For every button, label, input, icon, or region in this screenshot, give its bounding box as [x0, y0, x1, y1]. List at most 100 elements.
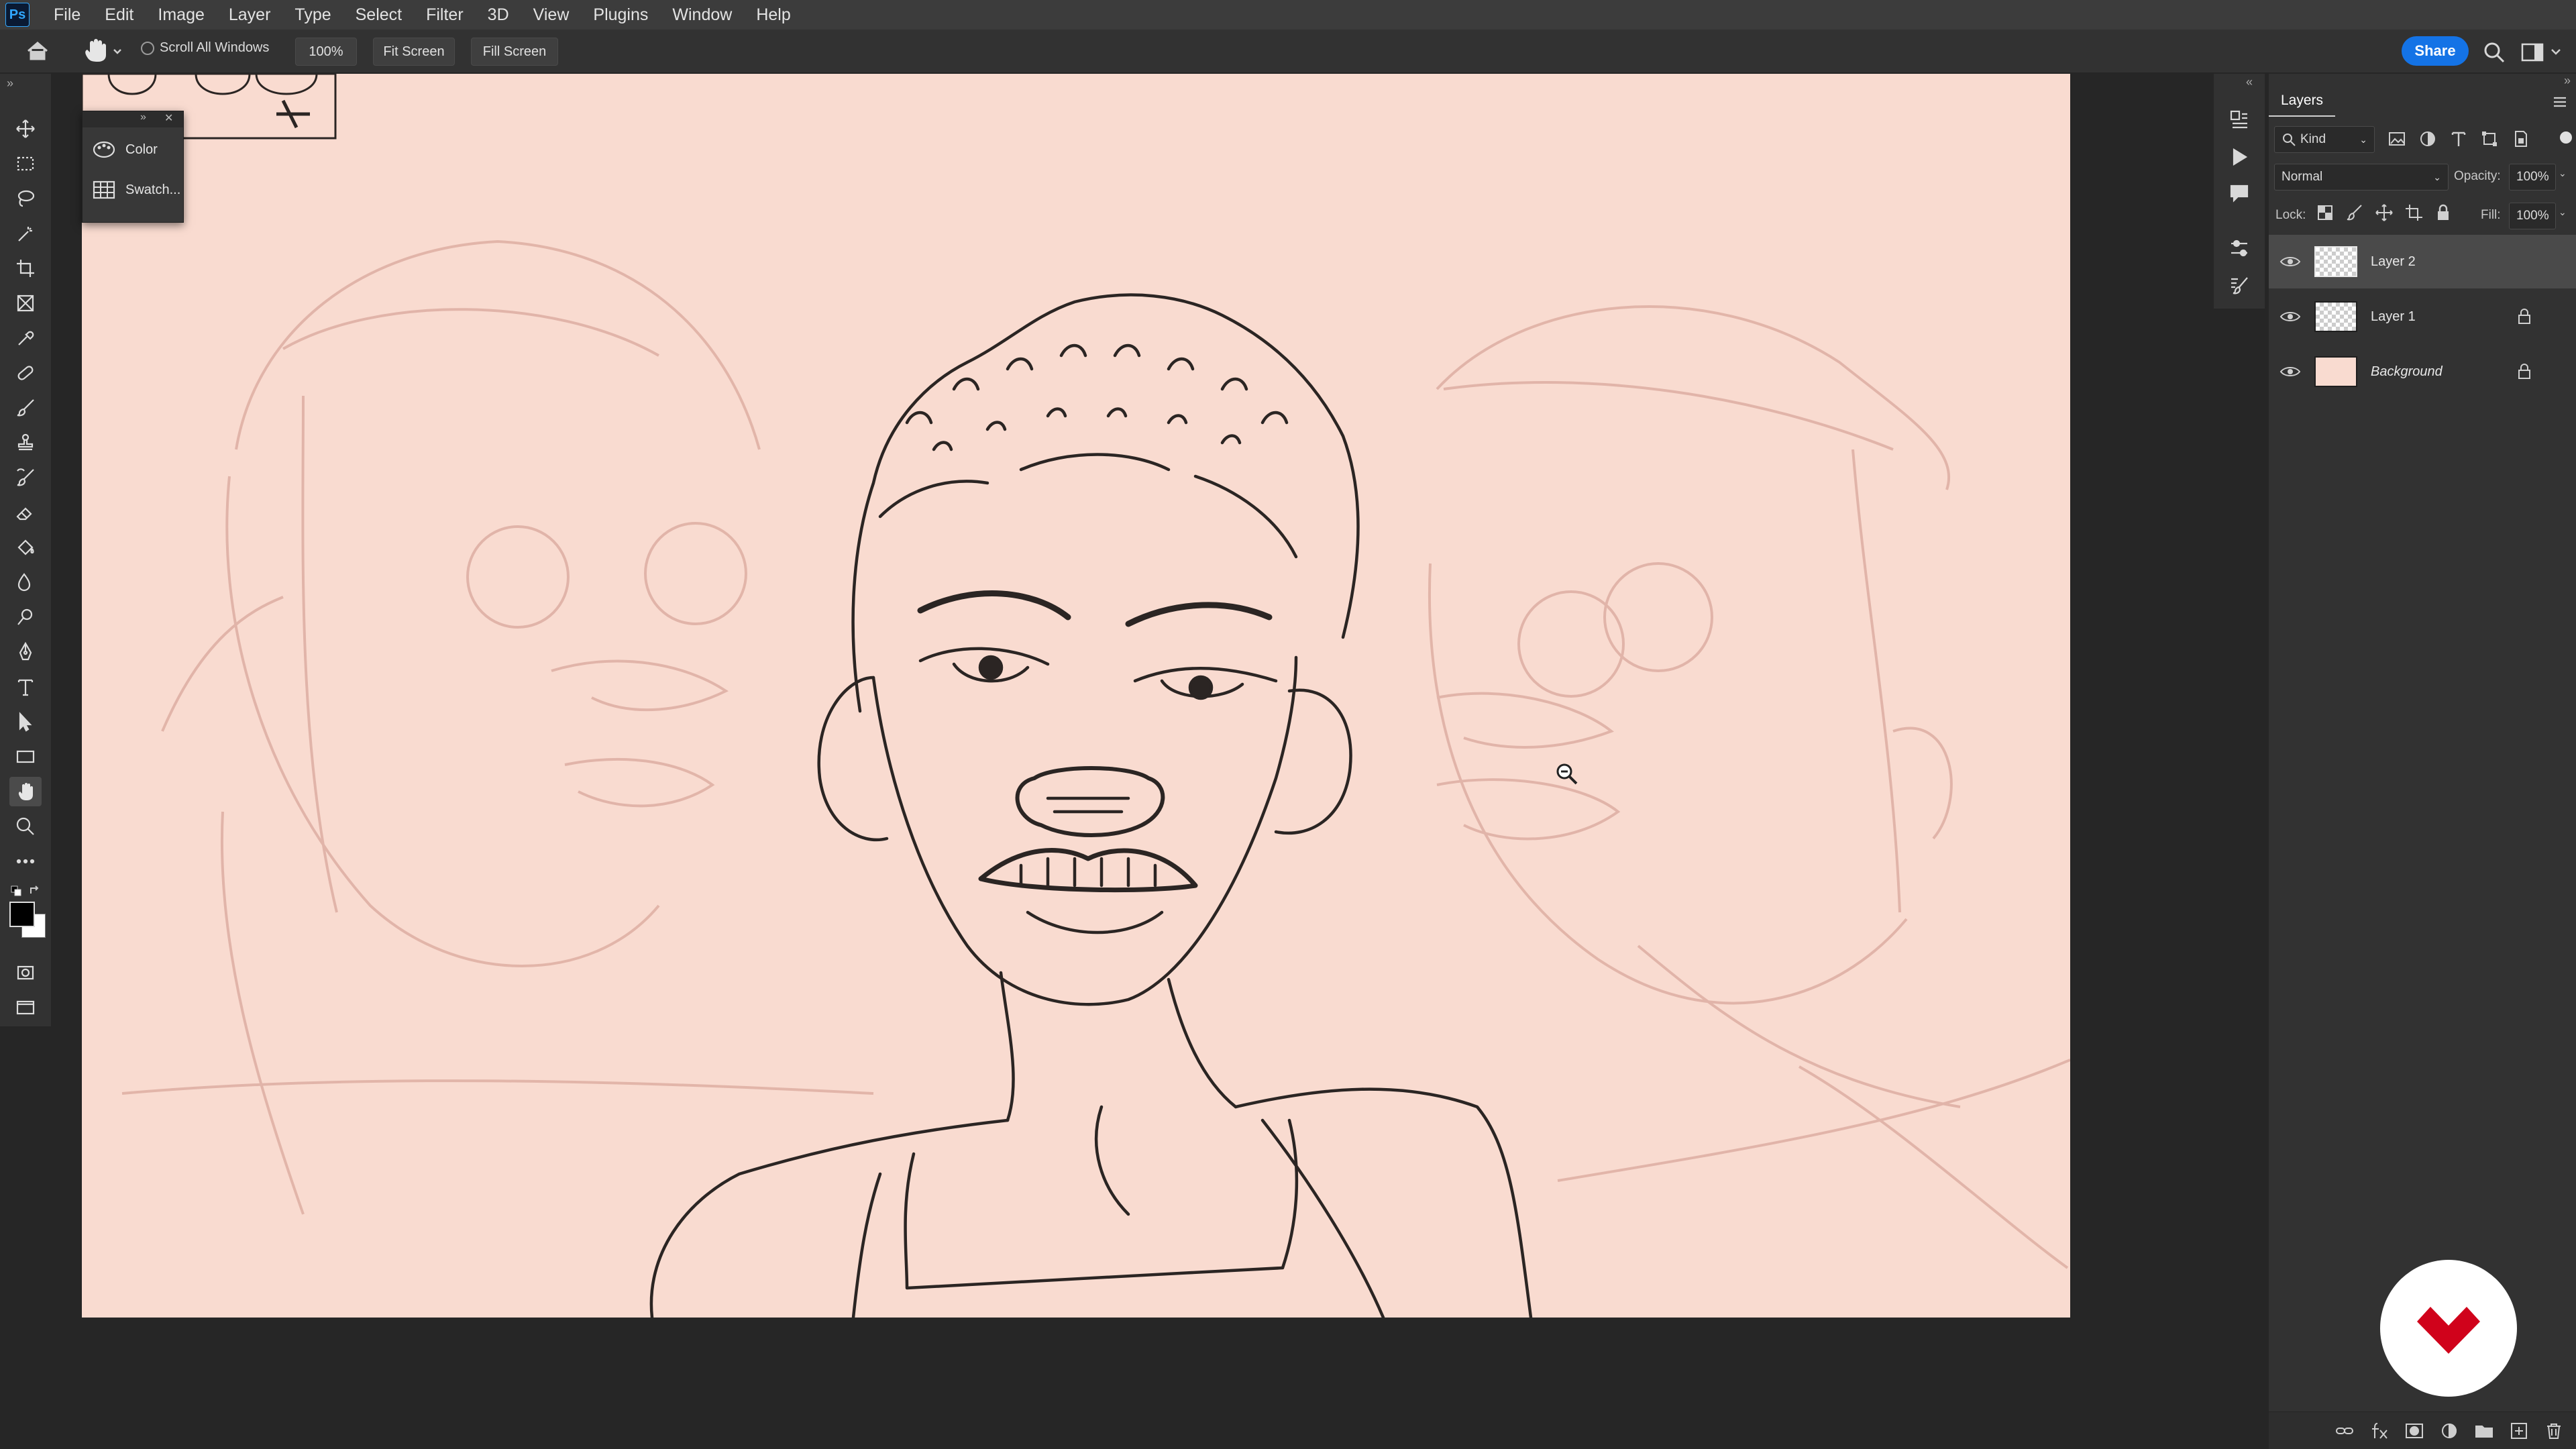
- filter-shape-icon[interactable]: [2479, 129, 2500, 149]
- filter-toggle-icon[interactable]: [2560, 131, 2572, 144]
- magic-wand-tool-icon[interactable]: [9, 219, 42, 248]
- document-canvas[interactable]: [82, 74, 2070, 1318]
- search-icon[interactable]: [2482, 40, 2506, 64]
- layers-tab[interactable]: Layers: [2269, 86, 2336, 117]
- history-panel-icon[interactable]: [2226, 106, 2253, 133]
- crop-tool-icon[interactable]: [9, 254, 42, 283]
- blend-mode-select[interactable]: Normal ⌄: [2274, 164, 2449, 191]
- zoom-100-button[interactable]: 100%: [295, 38, 357, 66]
- photoshop-logo[interactable]: Ps: [5, 3, 30, 27]
- visibility-eye-icon[interactable]: [2279, 361, 2301, 382]
- collapse-layers-icon[interactable]: »: [2564, 74, 2571, 88]
- menu-layer[interactable]: Layer: [217, 0, 283, 30]
- eyedropper-tool-icon[interactable]: [9, 323, 42, 353]
- quick-mask-icon[interactable]: [9, 958, 42, 987]
- fit-screen-button[interactable]: Fit Screen: [373, 38, 455, 66]
- menu-3d[interactable]: 3D: [476, 0, 521, 30]
- zoom-tool-icon[interactable]: [9, 812, 42, 841]
- filter-pixel-icon[interactable]: [2387, 129, 2407, 149]
- default-colors-icon[interactable]: [11, 885, 21, 896]
- link-layers-icon[interactable]: [2334, 1421, 2355, 1441]
- menu-image[interactable]: Image: [146, 0, 216, 30]
- opacity-dropdown-icon[interactable]: ⌄: [2559, 168, 2567, 179]
- menu-file[interactable]: File: [42, 0, 93, 30]
- workspace-switcher-icon[interactable]: [2520, 40, 2567, 64]
- comments-icon[interactable]: [2226, 180, 2253, 207]
- layer-row-layer-2[interactable]: Layer 2: [2269, 235, 2576, 288]
- actions-play-icon[interactable]: [2226, 144, 2253, 170]
- panel-menu-icon[interactable]: [2552, 94, 2568, 110]
- floating-panel-header[interactable]: » ✕: [83, 111, 183, 127]
- new-adjustment-layer-icon[interactable]: [2439, 1421, 2459, 1441]
- foreground-color-swatch[interactable]: [9, 902, 35, 927]
- layer-effects-fx-icon[interactable]: [2369, 1421, 2390, 1441]
- lock-artboard-icon[interactable]: [2404, 203, 2423, 223]
- lock-image-pixels-icon[interactable]: [2345, 203, 2364, 223]
- paint-bucket-tool-icon[interactable]: [9, 533, 42, 562]
- close-panel-icon[interactable]: ✕: [164, 111, 173, 125]
- pen-tool-icon[interactable]: [9, 637, 42, 667]
- lasso-tool-icon[interactable]: [9, 184, 42, 213]
- menu-select[interactable]: Select: [343, 0, 414, 30]
- menu-edit[interactable]: Edit: [93, 0, 146, 30]
- lock-position-icon[interactable]: [2375, 203, 2394, 223]
- menu-help[interactable]: Help: [744, 0, 802, 30]
- scroll-all-windows-option[interactable]: Scroll All Windows: [141, 40, 269, 56]
- visibility-eye-icon[interactable]: [2279, 306, 2301, 327]
- move-tool-icon[interactable]: [9, 114, 42, 144]
- color-panel-item[interactable]: Color: [83, 131, 183, 168]
- hand-tool-icon[interactable]: [9, 777, 42, 806]
- add-mask-icon[interactable]: [2404, 1421, 2424, 1441]
- layer-lock-icon[interactable]: [2516, 308, 2533, 325]
- path-selection-tool-icon[interactable]: [9, 707, 42, 737]
- eraser-tool-icon[interactable]: [9, 498, 42, 527]
- filter-kind-select[interactable]: Kind ⌄: [2274, 126, 2375, 153]
- frame-tool-icon[interactable]: [9, 288, 42, 318]
- menu-view[interactable]: View: [521, 0, 582, 30]
- new-group-folder-icon[interactable]: [2474, 1421, 2494, 1441]
- panel-expand-icon[interactable]: »: [7, 76, 13, 91]
- lock-all-icon[interactable]: [2434, 203, 2453, 223]
- filter-adjustment-icon[interactable]: [2418, 129, 2438, 149]
- menu-window[interactable]: Window: [660, 0, 744, 30]
- blur-tool-icon[interactable]: [9, 568, 42, 597]
- opacity-input[interactable]: 100%: [2509, 164, 2556, 191]
- swatches-panel-item[interactable]: Swatch...: [83, 172, 183, 208]
- dodge-tool-icon[interactable]: [9, 602, 42, 632]
- delete-layer-trash-icon[interactable]: [2544, 1421, 2564, 1441]
- new-layer-icon[interactable]: [2509, 1421, 2529, 1441]
- share-button[interactable]: Share: [2402, 36, 2469, 66]
- clone-stamp-tool-icon[interactable]: [9, 428, 42, 458]
- visibility-eye-icon[interactable]: [2279, 251, 2301, 272]
- adjustments-panel-icon[interactable]: [2226, 235, 2253, 262]
- filter-smart-object-icon[interactable]: [2510, 129, 2530, 149]
- layer-lock-icon[interactable]: [2516, 363, 2533, 380]
- hand-tool-preset-icon[interactable]: [79, 36, 126, 66]
- fill-dropdown-icon[interactable]: ⌄: [2559, 207, 2567, 218]
- type-tool-icon[interactable]: [9, 672, 42, 702]
- brush-settings-icon[interactable]: [2226, 272, 2253, 299]
- fill-input[interactable]: 100%: [2509, 203, 2556, 229]
- more-tools-icon[interactable]: [9, 847, 42, 876]
- filter-type-icon[interactable]: [2449, 129, 2469, 149]
- brush-tool-icon[interactable]: [9, 393, 42, 423]
- layer-row-layer-1[interactable]: Layer 1: [2269, 290, 2576, 343]
- layer-row-background[interactable]: Background: [2269, 345, 2576, 398]
- swap-colors-icon[interactable]: [28, 884, 42, 898]
- collapse-strip-icon[interactable]: «: [2246, 75, 2253, 89]
- lock-transparent-pixels-icon[interactable]: [2316, 203, 2334, 223]
- layer-name[interactable]: Layer 1: [2371, 309, 2416, 325]
- healing-brush-tool-icon[interactable]: [9, 358, 42, 388]
- layer-name[interactable]: Layer 2: [2371, 254, 2416, 270]
- menu-filter[interactable]: Filter: [414, 0, 476, 30]
- marquee-tool-icon[interactable]: [9, 149, 42, 178]
- menu-type[interactable]: Type: [282, 0, 343, 30]
- fill-screen-button[interactable]: Fill Screen: [471, 38, 558, 66]
- rectangle-tool-icon[interactable]: [9, 742, 42, 771]
- scroll-all-windows-checkbox[interactable]: [141, 41, 154, 55]
- layer-name[interactable]: Background: [2371, 364, 2443, 380]
- history-brush-tool-icon[interactable]: [9, 463, 42, 492]
- menu-plugins[interactable]: Plugins: [581, 0, 660, 30]
- home-icon[interactable]: [24, 39, 51, 63]
- screen-mode-icon[interactable]: [9, 993, 42, 1022]
